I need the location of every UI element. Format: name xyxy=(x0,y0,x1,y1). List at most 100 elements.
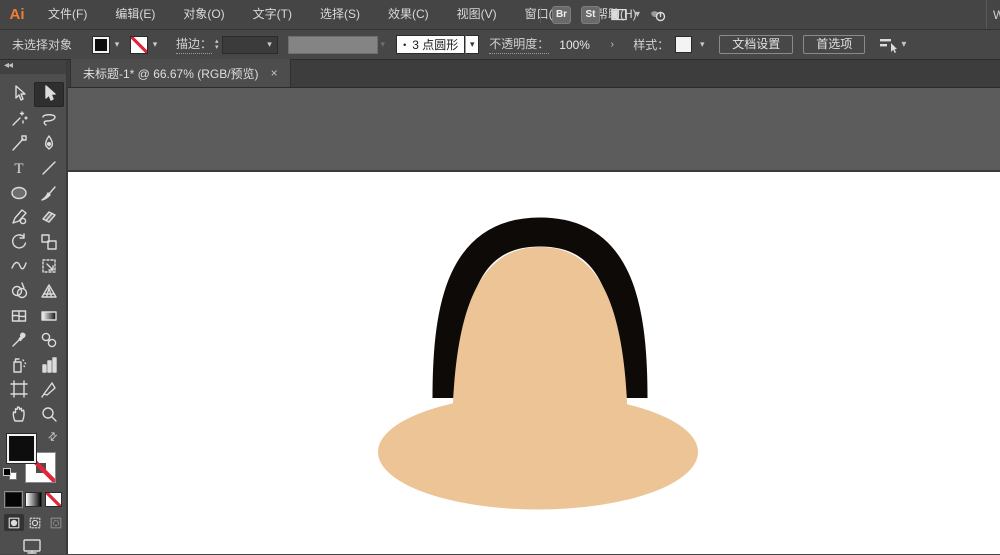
draw-behind-button[interactable] xyxy=(25,514,45,531)
paint-mode-buttons xyxy=(5,492,62,507)
default-fill-chip xyxy=(3,468,11,476)
stroke-weight-chevron-icon[interactable]: ▾ xyxy=(263,36,277,54)
menu-item[interactable]: 对象(O) xyxy=(169,0,238,29)
none-slash-icon xyxy=(46,493,61,506)
tab-strip: 未标题-1* @ 66.67% (RGB/预览) × xyxy=(68,60,1000,88)
opacity-label[interactable]: 不透明度： xyxy=(489,35,549,54)
brush-name: 3 点圆形 xyxy=(412,36,458,53)
perspective-grid-tool[interactable] xyxy=(34,279,64,304)
svg-text:T: T xyxy=(14,161,23,177)
free-transform-tool[interactable] xyxy=(34,254,64,279)
zoom-tool[interactable] xyxy=(34,402,64,427)
eyedropper-tool[interactable] xyxy=(4,328,34,353)
stroke-weight-label[interactable]: 描边： xyxy=(176,35,212,54)
type-tool[interactable]: T xyxy=(4,156,34,181)
style-chevron-icon[interactable]: ▾ xyxy=(695,36,709,54)
artboard-tool[interactable] xyxy=(4,377,34,402)
anchor-point-tool[interactable] xyxy=(4,131,34,156)
brush-dot-icon: • xyxy=(403,40,406,50)
launch-power-icon[interactable] xyxy=(646,5,668,25)
screen-mode-button[interactable] xyxy=(20,536,44,555)
menu-item[interactable]: 选择(S) xyxy=(306,0,374,29)
eraser-tool[interactable] xyxy=(34,205,64,230)
color-button[interactable] xyxy=(5,492,22,507)
tools-panel: ◂◂ T ⇄ xyxy=(0,60,68,554)
rotate-tool[interactable] xyxy=(4,230,34,255)
workspace-switcher-partial[interactable]: W xyxy=(986,0,1000,29)
mesh-tool[interactable] xyxy=(4,303,34,328)
blend-tool[interactable] xyxy=(34,328,64,353)
brush-definition-combo[interactable]: • 3 点圆形 xyxy=(396,35,465,54)
direct-selection-tool[interactable] xyxy=(4,82,34,107)
fill-color-indicator[interactable] xyxy=(6,433,37,464)
stock-button[interactable]: St xyxy=(581,6,600,24)
gradient-button[interactable] xyxy=(25,492,42,507)
scale-tool[interactable] xyxy=(34,230,64,255)
shoulders-ellipse[interactable] xyxy=(378,395,698,510)
drawing-mode-buttons xyxy=(4,514,66,531)
gradient-tool[interactable] xyxy=(34,303,64,328)
stepper-down-icon[interactable]: ▾ xyxy=(215,45,219,51)
column-graph-tool[interactable] xyxy=(34,353,64,378)
menu-item[interactable]: 文字(T) xyxy=(239,0,306,29)
menu-bar: Ai 文件(F)编辑(E)对象(O)文字(T)选择(S)效果(C)视图(V)窗口… xyxy=(0,0,1000,30)
menu-item[interactable]: 视图(V) xyxy=(443,0,511,29)
magic-wand-tool[interactable] xyxy=(4,107,34,132)
width-profile-combo xyxy=(288,36,378,54)
arrange-chevron-icon[interactable]: ▾ xyxy=(901,39,906,50)
app-logo: Ai xyxy=(0,6,34,23)
arrange-icon[interactable] xyxy=(877,35,899,55)
draw-inside-button[interactable] xyxy=(46,514,66,531)
chevron-down-icon[interactable]: ▾ xyxy=(635,9,640,20)
swap-fill-stroke-icon[interactable]: ⇄ xyxy=(45,429,61,445)
document-setup-button[interactable]: 文档设置 xyxy=(719,35,793,54)
symbol-sprayer-tool[interactable] xyxy=(4,353,34,378)
slice-tool[interactable] xyxy=(34,377,64,402)
preferences-button[interactable]: 首选项 xyxy=(803,35,865,54)
none-button[interactable] xyxy=(45,492,62,507)
width-profile-chevron-icon: ▾ xyxy=(381,39,386,50)
document-tab[interactable]: 未标题-1* @ 66.67% (RGB/预览) × xyxy=(70,59,291,87)
default-fill-stroke-icon[interactable] xyxy=(3,468,17,480)
fill-color-swatch[interactable] xyxy=(92,36,110,54)
width-tool[interactable] xyxy=(4,254,34,279)
stroke-weight-stepper[interactable]: ▴ ▾ xyxy=(215,39,219,51)
arrange-documents-icon[interactable] xyxy=(609,6,629,24)
no-selection-label: 未选择对象 xyxy=(12,36,72,53)
stroke-chevron-icon[interactable]: ▾ xyxy=(148,36,162,54)
ellipse-tool[interactable] xyxy=(4,180,34,205)
appbar-right: Br St ▾ xyxy=(534,0,672,29)
none-slash-icon xyxy=(131,37,147,53)
menu-item[interactable]: 效果(C) xyxy=(374,0,443,29)
brush-chevron-icon[interactable]: ▾ xyxy=(465,35,479,54)
bridge-button[interactable]: Br xyxy=(552,6,571,24)
control-bar: 未选择对象 ▾ ▾ 描边： ▴ ▾ ▾ ▾ • 3 点圆形 ▾ 不透明度： 10… xyxy=(0,30,1000,60)
paintbrush-tool[interactable] xyxy=(34,180,64,205)
panel-collapse-icon[interactable]: ◂◂ xyxy=(0,60,66,74)
fill-chevron-icon[interactable]: ▾ xyxy=(110,36,124,54)
lasso-tool[interactable] xyxy=(34,107,64,132)
selection-tool[interactable] xyxy=(34,82,64,107)
pen-tool[interactable] xyxy=(34,131,64,156)
document-area: 未标题-1* @ 66.67% (RGB/预览) × xyxy=(68,60,1000,554)
shape-builder-tool[interactable] xyxy=(4,279,34,304)
tool-grid: T xyxy=(4,82,64,426)
separator xyxy=(540,7,541,23)
style-swatch[interactable] xyxy=(675,36,692,53)
stroke-color-swatch[interactable] xyxy=(130,36,148,54)
artwork[interactable] xyxy=(350,190,730,530)
opacity-input[interactable]: 100% xyxy=(555,36,601,54)
canvas-viewport[interactable] xyxy=(68,88,1000,554)
draw-normal-button[interactable] xyxy=(4,514,24,531)
document-tab-title: 未标题-1* @ 66.67% (RGB/预览) xyxy=(83,65,259,82)
color-controls: ⇄ xyxy=(0,432,66,554)
tab-close-icon[interactable]: × xyxy=(271,66,278,80)
pencil-tool[interactable] xyxy=(4,205,34,230)
stroke-weight-input[interactable]: ▾ xyxy=(222,36,278,54)
style-label: 样式： xyxy=(633,36,669,53)
menu-item[interactable]: 文件(F) xyxy=(34,0,101,29)
line-segment-tool[interactable] xyxy=(34,156,64,181)
hand-tool[interactable] xyxy=(4,402,34,427)
opacity-more-button[interactable]: › xyxy=(605,37,619,53)
menu-item[interactable]: 编辑(E) xyxy=(101,0,169,29)
